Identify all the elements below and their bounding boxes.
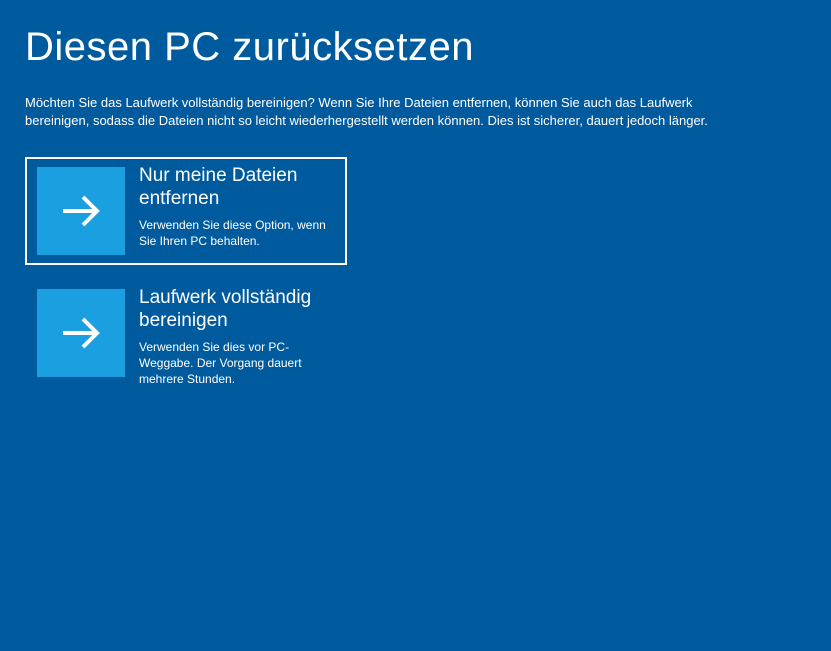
option-text: Laufwerk vollständig bereinigen Verwende…	[125, 289, 335, 387]
page-description: Möchten Sie das Laufwerk vollständig ber…	[25, 94, 745, 129]
option-title: Laufwerk vollständig bereinigen	[139, 287, 335, 333]
option-subtitle: Verwenden Sie diese Option, wenn Sie Ihr…	[139, 217, 335, 249]
arrow-right-icon	[37, 289, 125, 377]
option-text: Nur meine Dateien entfernen Verwenden Si…	[125, 167, 335, 249]
options-list: Nur meine Dateien entfernen Verwenden Si…	[25, 157, 806, 397]
option-subtitle: Verwenden Sie dies vor PC-Weggabe. Der V…	[139, 339, 335, 388]
arrow-right-icon	[37, 167, 125, 255]
page-title: Diesen PC zurücksetzen	[25, 25, 806, 70]
option-title: Nur meine Dateien entfernen	[139, 165, 335, 211]
option-remove-files-only[interactable]: Nur meine Dateien entfernen Verwenden Si…	[25, 157, 347, 265]
option-fully-clean-drive[interactable]: Laufwerk vollständig bereinigen Verwende…	[25, 279, 347, 397]
